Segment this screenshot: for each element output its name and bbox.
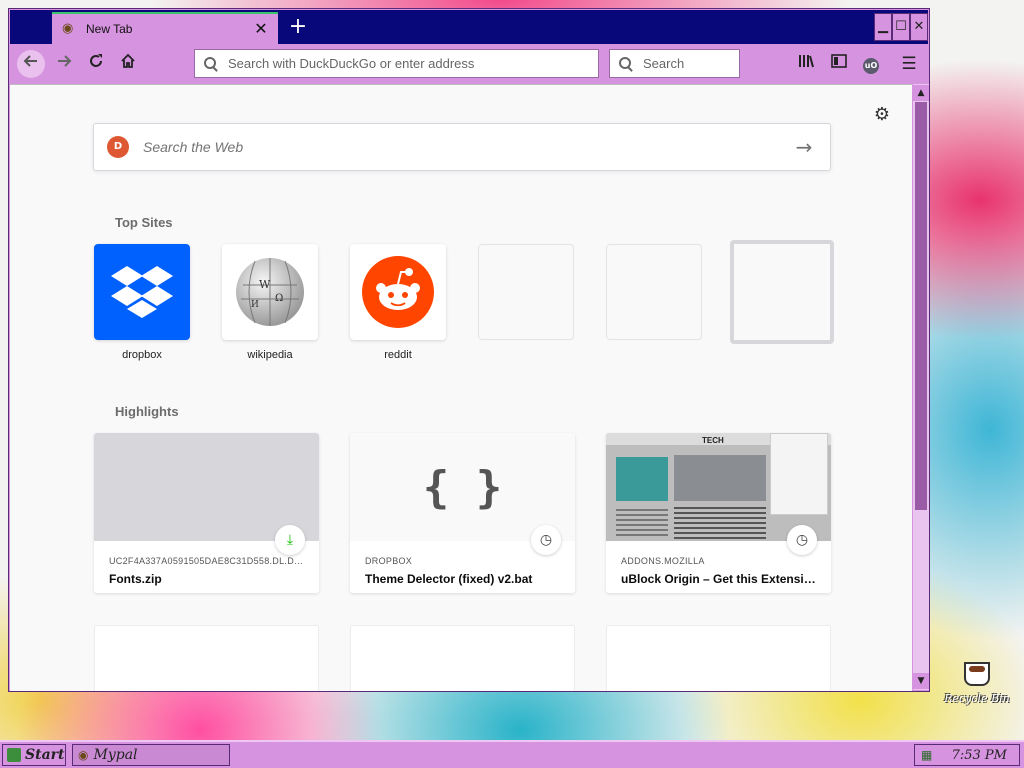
taskbar-item-label: Mypal <box>93 747 138 763</box>
svg-text:Ω: Ω <box>275 293 283 304</box>
gear-icon[interactable]: ⚙ <box>872 105 892 125</box>
vertical-scrollbar[interactable]: ▲ ▼ <box>913 84 929 690</box>
tab-title: New Tab <box>86 22 133 36</box>
highlight-source: ADDONS.MOZILLA <box>621 556 705 566</box>
duckduckgo-icon: D <box>107 136 129 158</box>
start-label: Start <box>25 747 65 763</box>
top-sites-heading: Top Sites <box>115 215 173 230</box>
start-logo-icon <box>7 748 21 762</box>
empty-site-tile[interactable] <box>606 244 702 340</box>
browser-window: ◉ New Tab ✕ + ▁ ☐ ✕ Search with DuckDuck… <box>8 8 930 692</box>
highlight-source: DROPBOX <box>365 556 413 566</box>
forward-arrow-icon[interactable] <box>50 50 78 78</box>
top-site-empty[interactable] <box>478 244 574 340</box>
reload-icon-svg <box>90 54 102 67</box>
scroll-down-arrow-icon[interactable]: ▼ <box>913 673 929 689</box>
recycle-bin-icon <box>964 662 990 686</box>
highlight-title: uBlock Origin – Get this Extensio... <box>621 572 821 586</box>
address-input[interactable] <box>226 55 598 72</box>
dropbox-tile[interactable] <box>94 244 190 340</box>
top-site-reddit[interactable]: reddit <box>350 244 446 361</box>
forward-arrow-icon-svg <box>58 55 72 67</box>
mypal-icon: ◉ <box>78 748 89 762</box>
sidebar-icon[interactable] <box>828 53 850 75</box>
top-site-label: wikipedia <box>247 349 293 361</box>
recycle-bin[interactable]: Recycle Bin <box>942 662 1012 705</box>
tray-network-icon[interactable]: ▦ <box>921 748 932 762</box>
search-icon <box>619 56 633 71</box>
system-tray: ▦ 7:53 PM <box>914 744 1020 766</box>
search-input[interactable] <box>641 55 739 72</box>
highlight-title: Theme Delector (fixed) v2.bat <box>365 572 533 586</box>
minimize-button[interactable]: ▁ <box>874 13 892 41</box>
maximize-button[interactable]: ☐ <box>892 13 910 41</box>
highlight-placeholder <box>606 625 831 691</box>
reload-icon[interactable] <box>82 50 110 78</box>
web-search-input[interactable] <box>141 138 792 156</box>
title-bar: ◉ New Tab ✕ + ▁ ☐ ✕ <box>10 10 928 44</box>
tab-new-tab[interactable]: ◉ New Tab ✕ <box>52 12 278 44</box>
ublock-origin-icon[interactable]: uO <box>860 53 882 75</box>
top-site-wikipedia[interactable]: W Ω И wikipedia <box>222 244 318 361</box>
library-icon[interactable] <box>796 53 818 75</box>
clock: 7:53 PM <box>951 747 1007 763</box>
address-bar[interactable] <box>194 49 599 78</box>
reddit-tile[interactable] <box>350 244 446 340</box>
mypal-icon: ◉ <box>62 21 74 36</box>
code-braces-icon: { } <box>422 461 503 513</box>
taskbar-item-mypal[interactable]: ◉ Mypal <box>72 744 230 766</box>
empty-site-tile[interactable] <box>478 244 574 340</box>
highlight-placeholder <box>94 625 319 691</box>
navigation-toolbar: uO ☰ <box>10 44 928 84</box>
highlight-source: UC2F4A337A0591505DAE8C31D558.DL.DR... <box>109 556 304 566</box>
wikipedia-tile[interactable]: W Ω И <box>222 244 318 340</box>
scroll-up-arrow-icon[interactable]: ▲ <box>913 85 929 101</box>
new-tab-button[interactable]: + <box>286 15 310 39</box>
highlight-card[interactable]: ⤓ UC2F4A337A0591505DAE8C31D558.DL.DR... … <box>94 433 319 593</box>
svg-text:W: W <box>259 278 271 291</box>
new-tab-page: ⚙ D → Top Sites dropbox <box>10 84 912 691</box>
recycle-bin-label: Recycle Bin <box>944 692 1010 705</box>
start-button[interactable]: Start <box>2 744 66 766</box>
sidebar-icon-svg <box>831 54 847 68</box>
empty-site-tile[interactable] <box>730 240 834 344</box>
web-search-box[interactable]: D → <box>93 123 831 171</box>
ublock-badge: uO <box>863 58 879 74</box>
highlight-card[interactable]: TECH ◷ ADDONS.MOZILLA uBlock Origin – Ge… <box>606 433 831 593</box>
scrollbar-thumb[interactable] <box>915 102 927 510</box>
tab-close-icon[interactable]: ✕ <box>252 20 270 38</box>
top-site-label: dropbox <box>122 349 162 361</box>
close-window-button[interactable]: ✕ <box>910 13 928 41</box>
download-icon: ⤓ <box>275 525 305 555</box>
top-site-empty[interactable] <box>606 244 702 340</box>
thumb-heading: TECH <box>702 436 724 445</box>
highlights-heading: Highlights <box>115 404 179 419</box>
top-site-label: reddit <box>384 349 412 361</box>
top-site-empty[interactable] <box>730 240 834 344</box>
search-bar[interactable] <box>609 49 740 78</box>
back-arrow-icon[interactable] <box>17 50 45 78</box>
home-icon[interactable] <box>114 50 142 78</box>
highlight-placeholder <box>350 625 575 691</box>
home-icon-svg <box>121 53 135 68</box>
hamburger-menu-icon[interactable]: ☰ <box>898 53 920 75</box>
clock-icon: ◷ <box>787 525 817 555</box>
svg-text:И: И <box>251 300 259 310</box>
top-site-dropbox[interactable]: dropbox <box>94 244 190 361</box>
back-arrow-icon-svg <box>23 55 37 67</box>
dropbox-icon <box>111 266 173 318</box>
reddit-icon <box>362 256 434 328</box>
search-go-arrow-icon[interactable]: → <box>792 135 816 159</box>
library-icon-svg <box>799 55 814 68</box>
wikipedia-globe-icon: W Ω И <box>236 258 304 326</box>
highlight-card[interactable]: { } ◷ DROPBOX Theme Delector (fixed) v2.… <box>350 433 575 593</box>
clock-icon: ◷ <box>531 525 561 555</box>
taskbar: Start ◉ Mypal ▦ 7:53 PM <box>0 740 1024 768</box>
search-icon <box>204 56 218 71</box>
highlight-title: Fonts.zip <box>109 572 162 586</box>
